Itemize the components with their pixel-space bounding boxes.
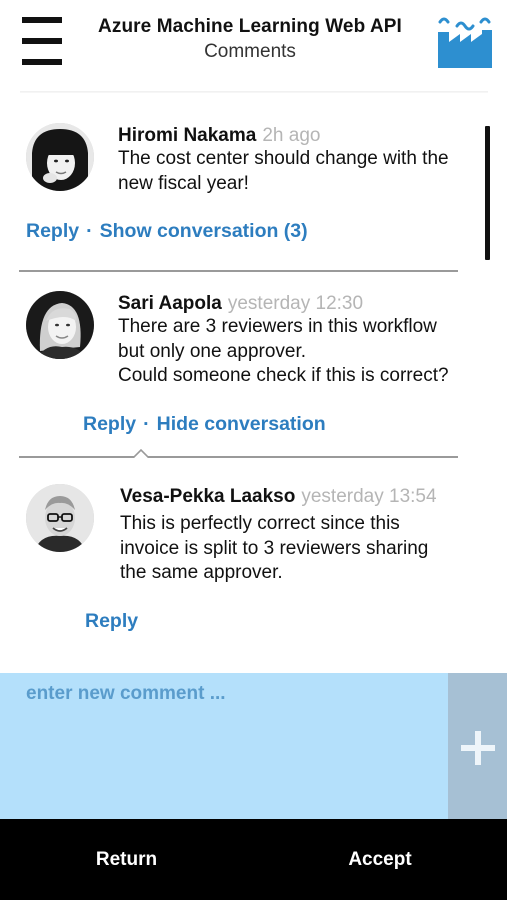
comment-actions: Reply (85, 610, 138, 633)
page-title: Azure Machine Learning Web API (98, 16, 402, 37)
comment-actions: Reply · Hide conversation (83, 413, 326, 436)
reply-link[interactable]: Reply (83, 413, 136, 435)
comment-divider (19, 270, 458, 272)
show-conversation-link[interactable]: Show conversation (3) (100, 220, 308, 242)
hide-conversation-link[interactable]: Hide conversation (157, 413, 326, 435)
thread-pointer-icon (133, 449, 149, 458)
separator-dot: · (143, 413, 150, 435)
page-subtitle: Comments (204, 41, 296, 62)
comment-text: There are 3 reviewers in this workflow b… (118, 316, 449, 386)
comment-composer (0, 673, 448, 819)
new-comment-input[interactable] (0, 673, 448, 819)
thread-divider (19, 456, 458, 458)
comment-actions: Reply · Show conversation (3) (26, 220, 308, 243)
reply-link[interactable]: Reply (26, 220, 79, 242)
comment-author: Hiromi Nakama 2h ago (118, 125, 321, 146)
comment-timestamp: yesterday 13:54 (301, 486, 437, 507)
avatar (26, 291, 94, 359)
comment-text: The cost center should change with the n… (118, 148, 449, 194)
factory-logo-icon (438, 17, 492, 68)
hamburger-menu-icon[interactable] (22, 17, 62, 65)
header-divider (20, 91, 488, 93)
add-comment-button[interactable] (448, 673, 507, 819)
bottom-action-bar: Return Accept (0, 819, 507, 900)
app-header: Azure Machine Learning Web API Comments (0, 0, 507, 93)
scrollbar[interactable] (485, 126, 490, 260)
avatar (26, 484, 94, 552)
comment-author: Vesa-Pekka Laakso yesterday 13:54 (120, 486, 437, 507)
comment-author: Sari Aapola yesterday 12:30 (118, 293, 364, 314)
avatar (26, 123, 94, 191)
comment-timestamp: yesterday 12:30 (227, 293, 364, 314)
comment-text: This is perfectly correct since this inv… (120, 513, 429, 583)
return-button[interactable]: Return (0, 819, 253, 900)
separator-dot: · (86, 220, 93, 242)
reply-link[interactable]: Reply (85, 610, 138, 632)
accept-button[interactable]: Accept (253, 819, 507, 900)
comment-timestamp: 2h ago (262, 125, 321, 146)
